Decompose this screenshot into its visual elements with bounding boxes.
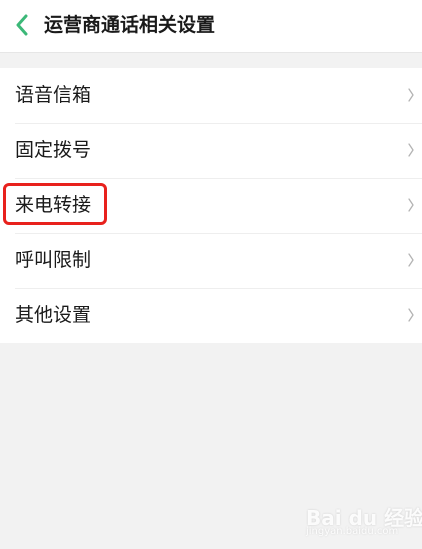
settings-item-label: 其他设置 bbox=[15, 304, 92, 326]
chevron-right-icon bbox=[408, 308, 414, 322]
chevron-right-icon bbox=[408, 143, 414, 157]
chevron-right-icon bbox=[408, 88, 414, 102]
settings-item-voicemail[interactable]: 语音信箱 bbox=[0, 68, 422, 123]
watermark-sub: jingyan.baidu.com bbox=[306, 526, 399, 537]
settings-item-label: 来电转接 bbox=[15, 194, 92, 216]
settings-item-label: 呼叫限制 bbox=[15, 249, 92, 271]
settings-item-call-barring[interactable]: 呼叫限制 bbox=[0, 233, 422, 288]
settings-item-fixed-dialing[interactable]: 固定拨号 bbox=[0, 123, 422, 178]
baidu-watermark: Bai du 经验 jingyan.baidu.com bbox=[296, 488, 422, 546]
chevron-right-icon bbox=[408, 253, 414, 267]
settings-item-call-forwarding[interactable]: 来电转接 bbox=[0, 178, 422, 233]
page-title: 运营商通话相关设置 bbox=[44, 14, 216, 36]
settings-item-label: 固定拨号 bbox=[15, 139, 92, 161]
chevron-right-icon bbox=[408, 198, 414, 212]
settings-item-other-settings[interactable]: 其他设置 bbox=[0, 288, 422, 343]
settings-item-label: 语音信箱 bbox=[15, 84, 92, 106]
chevron-left-icon bbox=[16, 14, 28, 36]
settings-list: 语音信箱 固定拨号 来电转接 呼叫限制 其他设置 bbox=[0, 68, 422, 343]
app-header: 运营商通话相关设置 bbox=[0, 0, 422, 53]
back-button[interactable] bbox=[6, 9, 38, 41]
